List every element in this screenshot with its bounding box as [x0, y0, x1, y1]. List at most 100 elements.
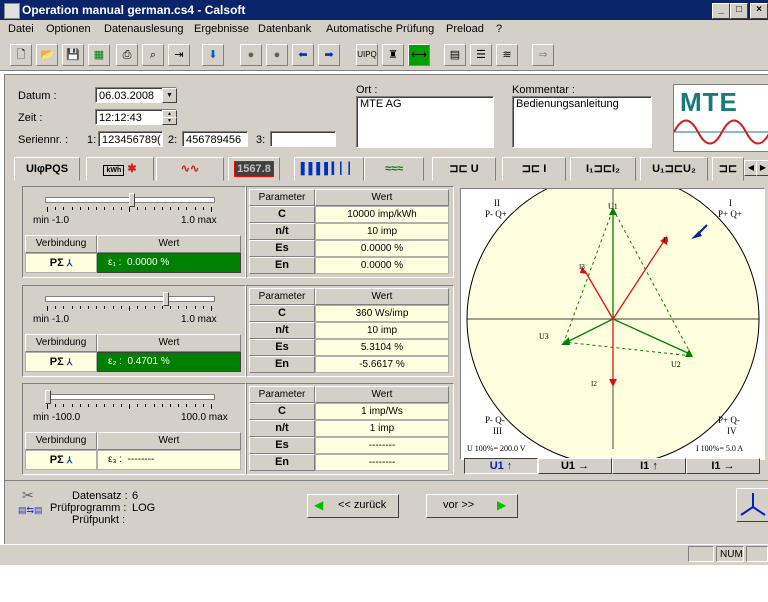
export-icon[interactable]: ⇥ — [168, 44, 190, 66]
error-panel-2: min -1.0 1.0 max Verbindung Wert PΣ ⅄ ε₂ : 0.… — [22, 285, 246, 377]
param-name: Es — [249, 339, 315, 356]
param-wert-header: Wert — [315, 386, 449, 403]
param-value: 0.0000 % — [315, 257, 449, 274]
quadrant-iv-label: P+ Q- — [718, 415, 740, 425]
three-phase-button[interactable] — [736, 488, 768, 522]
kommentar-label: Kommentar : — [512, 84, 575, 96]
serial-1-label: 1: — [87, 134, 97, 146]
error-panel-3: min -100.0 100.0 max Verbindung Wert PΣ ⅄ ε₃ … — [22, 383, 246, 475]
list-icon[interactable]: ☰ — [470, 44, 492, 66]
param-name: n/t — [249, 420, 315, 437]
meter-small-icon: kWh — [103, 165, 125, 176]
tab-u-transformer[interactable]: ⊐⊏ U — [432, 157, 496, 181]
arrow-right-icon[interactable]: ➡ — [318, 44, 340, 66]
calculator-icon[interactable]: ▤ — [444, 44, 466, 66]
param-value: -------- — [315, 437, 449, 454]
star-small-icon: ⅄ — [66, 357, 73, 367]
serial-2-label: 2: — [168, 134, 178, 146]
pruefpunkt-label: Prüfpunkt : — [72, 514, 126, 526]
sine-wave-icon — [674, 119, 768, 145]
print-preview-icon[interactable]: ⌕ — [142, 44, 164, 66]
data-transfer-icon: ▤⇆▤ — [18, 505, 43, 515]
range-max-label: 100.0 max — [181, 412, 228, 423]
tab-more[interactable]: ⊐⊏ — [712, 157, 744, 181]
scissors-icon: ✂ — [22, 487, 34, 503]
menu-help[interactable]: ? — [496, 23, 502, 35]
ref-i1-up-button[interactable]: I1 ↑ — [612, 458, 686, 474]
save-icon[interactable]: 💾 — [62, 44, 84, 66]
datum-label: Datum : — [18, 90, 57, 102]
minimize-button[interactable]: _ — [712, 3, 730, 19]
window-title: Operation manual german.cs4 - Calsoft — [22, 3, 246, 17]
param-name: En — [249, 356, 315, 373]
gray-circle-2-icon[interactable]: ● — [266, 44, 288, 66]
kommentar-field[interactable]: Bedienungsanleitung — [512, 96, 652, 148]
close-button[interactable]: × — [750, 3, 768, 19]
tab-wave-overlay[interactable]: ≈≈≈ — [364, 157, 424, 181]
parameter-header: Parameter — [249, 386, 315, 403]
tab-harmonics[interactable]: ▌▌▌▌▎▏▏ — [294, 157, 364, 181]
quadrant-iii-label: P- Q- — [485, 415, 505, 425]
error-value-cell: ε₃ : -------- — [97, 450, 241, 470]
uipq-meter-icon[interactable]: UIPQ — [356, 44, 378, 66]
arrow-left-icon[interactable]: ⬅ — [292, 44, 314, 66]
person-icon[interactable]: ♜ — [382, 44, 404, 66]
phasor-diagram: II P- Q+ I P+ Q+ P- Q- III P+ Q- IV U1 U… — [466, 189, 760, 459]
param-table-2: Parameter Wert C 360 Ws/imp n/t 10 imp Es 5.310… — [246, 285, 454, 377]
print-icon[interactable]: ⎙ — [116, 44, 138, 66]
param-name: C — [249, 305, 315, 322]
tab-waveform[interactable]: ∿∿ — [156, 157, 224, 181]
tab-u1-u2[interactable]: U₁⊐⊏U₂ — [640, 157, 708, 181]
ort-field[interactable]: MTE AG — [356, 96, 494, 148]
ref-u1-up-button[interactable]: U1 ↑ — [464, 458, 538, 474]
connection-cell: PΣ ⅄ — [25, 253, 97, 273]
menu-datenauslesung[interactable]: Datenauslesung — [104, 23, 184, 35]
quadrant-iv-sublabel: IV — [727, 426, 737, 436]
ref-u1-right-button[interactable]: U1 → — [538, 458, 612, 474]
serial-2-field[interactable]: 456789456 — [182, 131, 248, 147]
serial-1-field[interactable]: 123456789( — [98, 131, 163, 147]
i3-label: I3 — [579, 263, 585, 271]
time-down-button[interactable]: ▼ — [162, 117, 177, 125]
param-name: Es — [249, 240, 315, 257]
app-icon — [4, 3, 20, 19]
param-value: -------- — [315, 454, 449, 471]
open-folder-icon[interactable]: 📂 — [36, 44, 58, 66]
serial-3-field[interactable] — [270, 131, 336, 147]
new-file-icon[interactable]: 🗋 — [10, 44, 32, 66]
quadrant-iii-sublabel: III — [493, 426, 502, 436]
excel-icon[interactable]: ▦ — [88, 44, 110, 66]
back-button[interactable]: ◀ << zurück — [307, 494, 399, 518]
date-dropdown-button[interactable]: ▼ — [162, 88, 177, 103]
menu-datei[interactable]: Datei — [8, 23, 34, 35]
tab-uipqs[interactable]: UIφPQS — [14, 157, 80, 181]
next-button[interactable]: vor >> ▶ — [426, 494, 518, 518]
tab-counter[interactable]: 1567.8 — [228, 157, 280, 181]
menu-optionen[interactable]: Optionen — [46, 23, 91, 35]
status-scrl — [746, 546, 768, 562]
quadrant-i-sublabel: P+ Q+ — [718, 209, 742, 219]
ref-i1-right-button[interactable]: I1 → — [686, 458, 760, 474]
forward-disabled-icon[interactable]: ⇒ — [532, 44, 554, 66]
star-connection-icon — [740, 493, 766, 516]
menu-preload[interactable]: Preload — [446, 23, 484, 35]
slider-ticks — [23, 286, 245, 316]
parameter-header: Parameter — [249, 189, 315, 206]
swap-arrows-icon[interactable]: ⟷ — [408, 44, 430, 66]
tab-i-transformer[interactable]: ⊐⊏ I — [502, 157, 566, 181]
menu-datenbank[interactable]: Datenbank — [258, 23, 311, 35]
tab-phasor[interactable]: kWh ✱ — [86, 157, 154, 181]
param-value: -5.6617 % — [315, 356, 449, 373]
i2-label: I2 — [591, 380, 597, 388]
tab-scroll-right[interactable]: ▶ — [756, 160, 768, 176]
menu-automatische-pruefung[interactable]: Automatische Prüfung — [326, 23, 434, 35]
maximize-button[interactable]: □ — [730, 3, 748, 19]
wave-icon[interactable]: ≋ — [496, 44, 518, 66]
download-arrow-icon[interactable]: ⬇ — [202, 44, 224, 66]
verbindung-header: Verbindung — [25, 235, 97, 253]
tab-i1-i2[interactable]: I₁⊐⊏I₂ — [570, 157, 636, 181]
gray-circle-1-icon[interactable]: ● — [240, 44, 262, 66]
pruefprogramm-label: Prüfprogramm : — [50, 502, 127, 514]
menu-ergebnisse[interactable]: Ergebnisse — [194, 23, 249, 35]
param-value: 5.3104 % — [315, 339, 449, 356]
